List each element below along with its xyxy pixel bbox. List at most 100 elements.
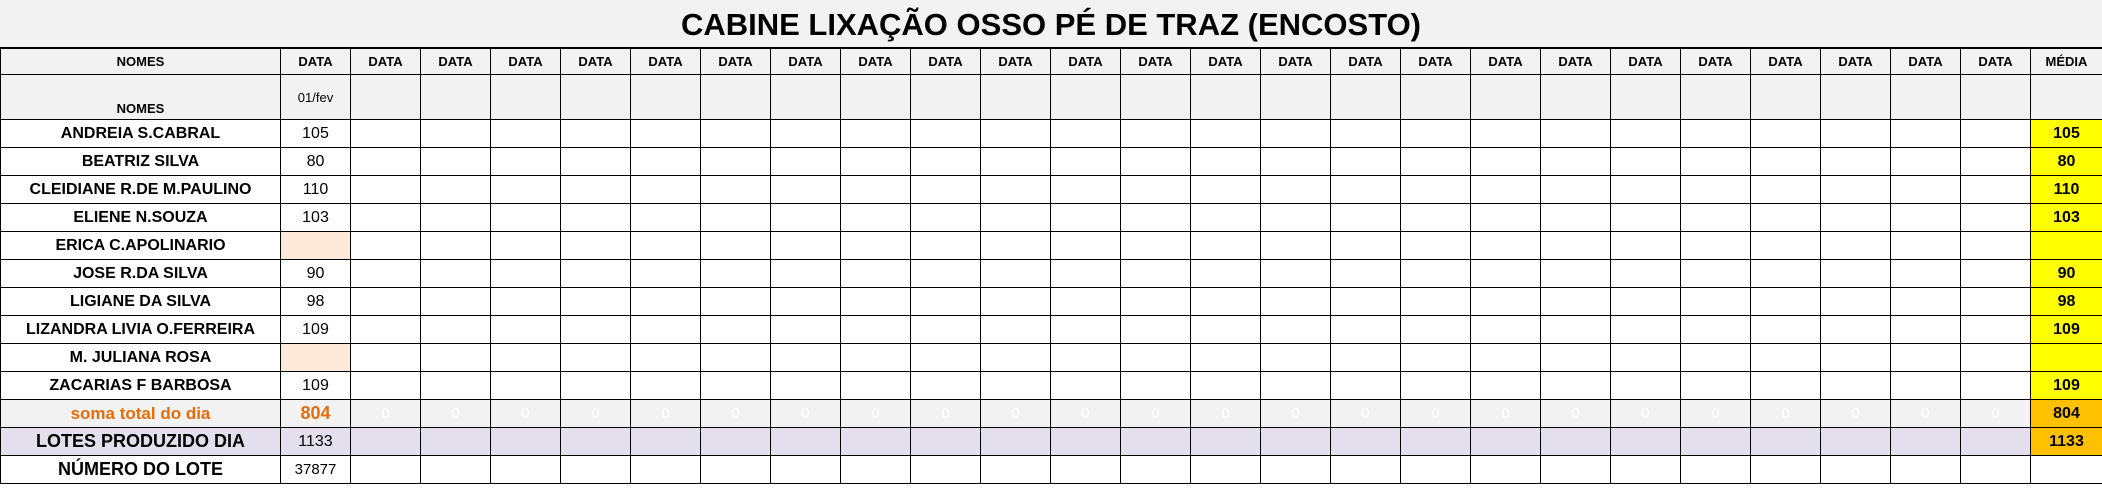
- employee-value-cell[interactable]: [1120, 343, 1191, 372]
- header-date-cell[interactable]: DATA: [1540, 48, 1611, 75]
- lotes-value-cell[interactable]: [1260, 427, 1331, 456]
- employee-value-cell[interactable]: [1050, 147, 1121, 176]
- employee-value-cell[interactable]: [1540, 175, 1611, 204]
- sum-value-cell[interactable]: 0: [1190, 399, 1261, 428]
- employee-value-cell[interactable]: [1470, 343, 1541, 372]
- employee-value-cell[interactable]: [1750, 343, 1821, 372]
- employee-value-cell[interactable]: [1400, 147, 1471, 176]
- subheader-date-cell[interactable]: [1330, 74, 1401, 120]
- lote-number-value-cell[interactable]: [1820, 455, 1891, 484]
- employee-value-cell[interactable]: [840, 287, 911, 316]
- employee-value-cell[interactable]: [1610, 371, 1681, 400]
- sum-value-cell[interactable]: 804: [280, 399, 351, 428]
- lote-number-value-cell[interactable]: [1400, 455, 1471, 484]
- employee-value-cell[interactable]: [490, 287, 561, 316]
- lote-number-value-cell[interactable]: [1680, 455, 1751, 484]
- employee-value-cell[interactable]: [770, 119, 841, 148]
- employee-value-cell[interactable]: [280, 343, 351, 372]
- employee-value-cell[interactable]: [1680, 343, 1751, 372]
- employee-value-cell[interactable]: [1890, 175, 1961, 204]
- employee-value-cell[interactable]: [630, 287, 701, 316]
- employee-value-cell[interactable]: [1680, 315, 1751, 344]
- employee-value-cell[interactable]: [910, 203, 981, 232]
- employee-value-cell[interactable]: [1890, 203, 1961, 232]
- employee-value-cell[interactable]: [1890, 371, 1961, 400]
- employee-value-cell[interactable]: [1400, 231, 1471, 260]
- employee-value-cell[interactable]: [910, 231, 981, 260]
- lote-number-label-cell[interactable]: NÚMERO DO LOTE: [0, 455, 281, 484]
- subheader-date-cell[interactable]: [1050, 74, 1121, 120]
- employee-value-cell[interactable]: [770, 259, 841, 288]
- employee-value-cell[interactable]: [350, 175, 421, 204]
- subheader-date-cell[interactable]: [1750, 74, 1821, 120]
- employee-value-cell[interactable]: [1960, 203, 2031, 232]
- employee-value-cell[interactable]: [910, 147, 981, 176]
- employee-value-cell[interactable]: [700, 175, 771, 204]
- employee-value-cell[interactable]: [1610, 343, 1681, 372]
- employee-value-cell[interactable]: [980, 371, 1051, 400]
- employee-value-cell[interactable]: [1470, 315, 1541, 344]
- subheader-date-cell[interactable]: [1960, 74, 2031, 120]
- lotes-label-cell[interactable]: LOTES PRODUZIDO DIA: [0, 427, 281, 456]
- lotes-value-cell[interactable]: [1120, 427, 1191, 456]
- employee-value-cell[interactable]: [1330, 119, 1401, 148]
- employee-value-cell[interactable]: 90: [280, 259, 351, 288]
- header-date-cell[interactable]: DATA: [420, 48, 491, 75]
- employee-value-cell[interactable]: [1190, 259, 1261, 288]
- header-date-cell[interactable]: DATA: [1190, 48, 1261, 75]
- employee-value-cell[interactable]: [1400, 371, 1471, 400]
- subheader-date-cell[interactable]: [1890, 74, 1961, 120]
- sum-value-cell[interactable]: 0: [1960, 399, 2031, 428]
- employee-value-cell[interactable]: [1050, 259, 1121, 288]
- employee-value-cell[interactable]: [1750, 315, 1821, 344]
- employee-value-cell[interactable]: [1050, 343, 1121, 372]
- employee-value-cell[interactable]: [1820, 119, 1891, 148]
- employee-value-cell[interactable]: [1610, 175, 1681, 204]
- sum-value-cell[interactable]: 0: [560, 399, 631, 428]
- employee-value-cell[interactable]: [980, 231, 1051, 260]
- employee-value-cell[interactable]: [1190, 287, 1261, 316]
- employee-value-cell[interactable]: [1120, 315, 1191, 344]
- employee-value-cell[interactable]: [1750, 175, 1821, 204]
- sum-value-cell[interactable]: 0: [1050, 399, 1121, 428]
- employee-value-cell[interactable]: [1190, 147, 1261, 176]
- subheader-date-cell[interactable]: [1820, 74, 1891, 120]
- header-date-cell[interactable]: DATA: [1890, 48, 1961, 75]
- sum-label-cell[interactable]: soma total do dia: [0, 399, 281, 428]
- subheader-date-cell[interactable]: [560, 74, 631, 120]
- lote-number-value-cell[interactable]: [1190, 455, 1261, 484]
- employee-value-cell[interactable]: 103: [280, 203, 351, 232]
- employee-value-cell[interactable]: [700, 287, 771, 316]
- lote-number-value-cell[interactable]: 37877: [280, 455, 351, 484]
- header-date-cell[interactable]: DATA: [980, 48, 1051, 75]
- employee-value-cell[interactable]: [770, 147, 841, 176]
- employee-value-cell[interactable]: [560, 287, 631, 316]
- employee-media-cell[interactable]: 90: [2030, 259, 2102, 288]
- lotes-value-cell[interactable]: [770, 427, 841, 456]
- employee-value-cell[interactable]: [1820, 343, 1891, 372]
- employee-value-cell[interactable]: [1400, 315, 1471, 344]
- employee-value-cell[interactable]: [1470, 231, 1541, 260]
- lotes-value-cell[interactable]: [1960, 427, 2031, 456]
- employee-value-cell[interactable]: [1190, 231, 1261, 260]
- employee-name-cell[interactable]: ANDREIA S.CABRAL: [0, 119, 281, 148]
- employee-value-cell[interactable]: [770, 371, 841, 400]
- header-date-cell[interactable]: DATA: [1400, 48, 1471, 75]
- employee-value-cell[interactable]: [1120, 371, 1191, 400]
- employee-value-cell[interactable]: [910, 175, 981, 204]
- employee-name-cell[interactable]: CLEIDIANE R.DE M.PAULINO: [0, 175, 281, 204]
- employee-value-cell[interactable]: [1400, 259, 1471, 288]
- lote-number-value-cell[interactable]: [980, 455, 1051, 484]
- employee-value-cell[interactable]: [840, 175, 911, 204]
- employee-value-cell[interactable]: [1260, 259, 1331, 288]
- lote-number-value-cell[interactable]: [1610, 455, 1681, 484]
- lote-number-value-cell[interactable]: [560, 455, 631, 484]
- lotes-value-cell[interactable]: [1750, 427, 1821, 456]
- employee-value-cell[interactable]: [1540, 315, 1611, 344]
- employee-value-cell[interactable]: [1750, 147, 1821, 176]
- lote-number-value-cell[interactable]: [1890, 455, 1961, 484]
- employee-value-cell[interactable]: [1190, 203, 1261, 232]
- employee-value-cell[interactable]: [1050, 175, 1121, 204]
- employee-value-cell[interactable]: [630, 175, 701, 204]
- employee-value-cell[interactable]: [630, 147, 701, 176]
